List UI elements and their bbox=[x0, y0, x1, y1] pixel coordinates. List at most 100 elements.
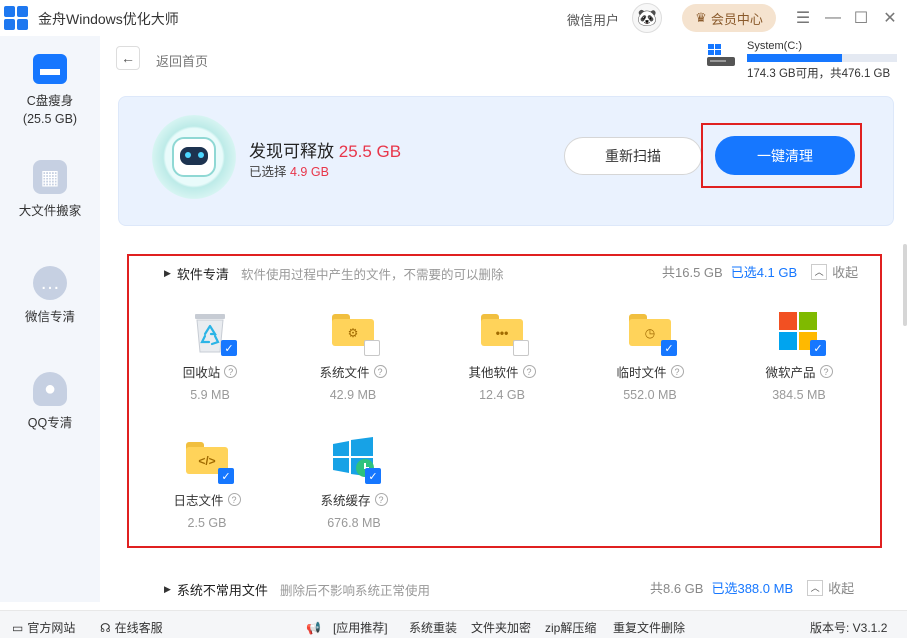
close-icon[interactable]: ✕ bbox=[880, 8, 900, 28]
app-title: 金舟Windows优化大师 bbox=[38, 11, 179, 27]
avatar[interactable]: 🐼 bbox=[632, 3, 662, 33]
minimize-icon[interactable]: — bbox=[823, 8, 843, 28]
maximize-icon[interactable]: ☐ bbox=[851, 8, 871, 28]
item-checkbox[interactable]: ✓ bbox=[661, 340, 677, 356]
sidebar-item-sublabel: (25.5 GB) bbox=[22, 112, 78, 126]
item-name: 系统文件 bbox=[319, 366, 370, 380]
sidebar-item-label: QQ专清 bbox=[27, 416, 73, 430]
back-button[interactable]: ← bbox=[116, 46, 140, 70]
robot-icon bbox=[152, 115, 236, 199]
found-releasable: 发现可释放 25.5 GB bbox=[249, 137, 401, 162]
help-icon[interactable]: ? bbox=[374, 493, 388, 506]
penguin-icon: ● bbox=[33, 372, 67, 406]
help-icon[interactable]: ? bbox=[522, 365, 536, 378]
disk-usage-bar bbox=[747, 54, 897, 62]
drive-icon: ▬ bbox=[33, 54, 67, 84]
help-icon[interactable]: ? bbox=[373, 365, 387, 378]
crown-icon: ♛ bbox=[695, 10, 707, 25]
item-name: 微软产品 bbox=[765, 366, 816, 380]
headset-icon: ☊ bbox=[100, 620, 111, 635]
help-icon[interactable]: ? bbox=[819, 365, 833, 378]
item-checkbox[interactable]: ✓ bbox=[365, 468, 381, 484]
clean-item-temp-files[interactable]: ◷ ✓ 临时文件? 552.0 MB bbox=[600, 308, 700, 402]
one-click-clean-button[interactable]: 一键清理 bbox=[715, 136, 855, 175]
clean-item-microsoft-products[interactable]: ✓ 微软产品? 384.5 MB bbox=[749, 308, 849, 402]
found-label: 发现可释放 bbox=[249, 142, 334, 161]
collapse-label: 收起 bbox=[828, 581, 855, 596]
drive-icon bbox=[707, 44, 735, 66]
vip-center-button[interactable]: ♛ 会员中心 bbox=[682, 4, 776, 32]
disk-name: System(C:) bbox=[747, 40, 802, 52]
clean-item-log-files[interactable]: </> ✓ 日志文件? 2.5 GB bbox=[157, 436, 257, 530]
section-total: 共16.5 GB bbox=[662, 265, 723, 280]
section-header-software[interactable]: ▶ 软件专清 软件使用过程中产生的文件，不需要的可以删除 bbox=[164, 264, 503, 283]
online-service-link[interactable]: ☊ 在线客服 bbox=[100, 619, 163, 636]
item-checkbox[interactable]: ✓ bbox=[810, 340, 826, 356]
collapse-label: 收起 bbox=[832, 265, 859, 280]
help-icon[interactable]: ? bbox=[670, 365, 684, 378]
item-size: 552.0 MB bbox=[623, 388, 677, 402]
vip-center-label: 会员中心 bbox=[710, 11, 763, 27]
sidebar: ▬ C盘瘦身 (25.5 GB) ▦ 大文件搬家 … 微信专清 ● QQ专清 bbox=[0, 36, 100, 602]
item-name: 日志文件 bbox=[173, 494, 224, 508]
footer-link-label: 官方网站 bbox=[27, 621, 76, 635]
section-header-system-uncommon[interactable]: ▶ 系统不常用文件 删除后不影响系统正常使用 bbox=[164, 580, 430, 599]
recommend-label: [应用推荐] bbox=[332, 621, 388, 635]
section-stats: 共8.6 GB 已选388.0 MB ︿ 收起 bbox=[650, 578, 854, 597]
menu-icon[interactable]: ☰ bbox=[793, 8, 813, 28]
clean-item-recycle-bin[interactable]: ✓ 回收站? 5.9 MB bbox=[160, 308, 260, 402]
section-title: 系统不常用文件 bbox=[176, 583, 268, 598]
section-selected: 已选4.1 GB bbox=[730, 265, 798, 280]
sidebar-item-large-file-move[interactable]: ▦ 大文件搬家 bbox=[0, 160, 100, 220]
item-checkbox[interactable]: ✓ bbox=[218, 468, 234, 484]
chat-icon: … bbox=[33, 266, 67, 300]
sidebar-item-label: 大文件搬家 bbox=[18, 204, 82, 218]
help-icon[interactable]: ? bbox=[224, 365, 238, 378]
monitor-icon: ▭ bbox=[12, 620, 24, 635]
sidebar-item-c-drive-slim[interactable]: ▬ C盘瘦身 (25.5 GB) bbox=[0, 54, 100, 128]
clean-item-other-software[interactable]: ••• 其他软件? 12.4 GB bbox=[452, 308, 552, 402]
megaphone-icon: 📢 bbox=[306, 620, 321, 635]
footer-link-system-reinstall[interactable]: 系统重装 bbox=[409, 619, 457, 636]
footer-link-folder-encrypt[interactable]: 文件夹加密 bbox=[471, 619, 531, 636]
title-bar: 金舟Windows优化大师 微信用户 🐼 ♛ 会员中心 ☰ — ☐ ✕ bbox=[0, 0, 907, 36]
box-icon: ▦ bbox=[33, 160, 67, 194]
footer: ▭ 官方网站 ☊ 在线客服 📢 [应用推荐] 系统重装 文件夹加密 zip解压缩… bbox=[0, 610, 907, 638]
disk-info: 174.3 GB可用，共476.1 GB bbox=[747, 68, 891, 80]
rescan-button[interactable]: 重新扫描 bbox=[564, 137, 702, 175]
collapse-button[interactable]: ︿ 收起 bbox=[811, 262, 858, 281]
sidebar-item-qq-clean[interactable]: ● QQ专清 bbox=[0, 372, 100, 432]
item-name: 系统缓存 bbox=[320, 494, 371, 508]
help-icon[interactable]: ? bbox=[227, 493, 241, 506]
scrollbar-thumb[interactable] bbox=[903, 244, 907, 326]
item-checkbox[interactable] bbox=[513, 340, 529, 356]
selected-summary: 已选择 4.9 GB bbox=[249, 161, 329, 180]
official-site-link[interactable]: ▭ 官方网站 bbox=[12, 619, 75, 636]
item-checkbox[interactable] bbox=[364, 340, 380, 356]
sidebar-item-wechat-clean[interactable]: … 微信专清 bbox=[0, 266, 100, 326]
triangle-right-icon: ▶ bbox=[164, 268, 171, 278]
section-description: 软件使用过程中产生的文件，不需要的可以删除 bbox=[240, 268, 504, 282]
footer-link-label: 在线客服 bbox=[114, 621, 163, 635]
section-description: 删除后不影响系统正常使用 bbox=[279, 584, 430, 598]
clean-item-system-cache[interactable]: ✓ 系统缓存? 676.8 MB bbox=[304, 436, 404, 530]
selected-value: 4.9 GB bbox=[290, 165, 329, 179]
item-size: 42.9 MB bbox=[329, 388, 377, 402]
collapse-button[interactable]: ︿ 收起 bbox=[807, 578, 854, 597]
footer-link-zip[interactable]: zip解压缩 bbox=[545, 619, 596, 636]
section-title: 软件专清 bbox=[176, 267, 229, 282]
item-name: 其他软件 bbox=[468, 366, 519, 380]
chevron-up-icon: ︿ bbox=[811, 263, 828, 280]
sidebar-item-label: C盘瘦身 bbox=[26, 94, 74, 108]
item-size: 2.5 GB bbox=[187, 516, 227, 530]
disk-usage-fill bbox=[747, 54, 843, 62]
user-name[interactable]: 微信用户 bbox=[567, 10, 619, 29]
item-checkbox[interactable]: ✓ bbox=[221, 340, 237, 356]
back-home-link[interactable]: 返回首页 bbox=[156, 51, 208, 70]
footer-link-duplicate-delete[interactable]: 重复文件删除 bbox=[613, 619, 685, 636]
app-recommend: 📢 [应用推荐] bbox=[306, 619, 388, 636]
clean-item-system-files[interactable]: ⚙ 系统文件? 42.9 MB bbox=[303, 308, 403, 402]
arrow-left-icon: ← bbox=[121, 50, 135, 66]
section-selected: 已选388.0 MB bbox=[711, 581, 794, 596]
selected-label: 已选择 bbox=[249, 165, 287, 179]
